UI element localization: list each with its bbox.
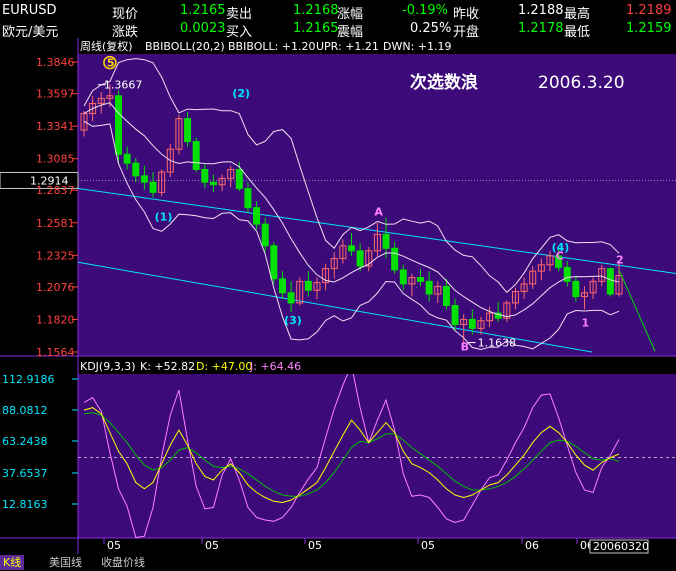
quote-value-open: 1.2178 [518,21,564,36]
indicator-title: 周线(复权) [80,39,133,53]
price-tick-label: 1.1820 [36,313,75,326]
wave-label: A [374,205,383,218]
price-tick-label: 1.2837 [36,184,75,197]
candle-body [417,277,425,282]
candle-body [140,175,148,183]
candle-body [184,118,192,143]
candle-body [253,207,261,225]
quote-label-change-pct: 涨幅 [337,7,364,22]
candle-body [244,188,252,209]
price-tick-label: 1.2581 [36,217,75,230]
candle-body [399,269,407,285]
candle-body [235,169,243,190]
candle-body [304,280,312,291]
price-tick-label: 1.1564 [36,346,75,359]
candle-body [201,169,209,183]
quote-header: EURUSD 欧元/美元 现价 1.2165 卖出 1.2168 涨幅 -0.1… [0,0,676,40]
price-tick-label: 1.2325 [36,249,75,262]
candle-body [572,280,580,298]
upr-value: UPR: +1.21 [316,40,379,53]
bbiboll-value: BBIBOLL: +1.20 [228,40,316,53]
tab-ohlc-bar[interactable]: 美国线 [46,555,85,570]
price-tick-label: 1.3597 [36,88,75,101]
candle-body [356,250,364,267]
annotation-date: 2006.3.20 [538,73,625,93]
price-tick-label: 1.2076 [36,281,75,294]
price-tick-label: 1.3341 [36,120,75,133]
wave-label: (3) [284,314,302,327]
low-price-label: 1.1638 [478,337,517,350]
quote-label-high: 最高 [564,7,591,22]
candle-body [149,181,157,193]
candle-body [563,266,571,282]
wave-label: 1 [581,316,589,329]
quote-value-high: 1.2189 [626,3,672,18]
kdj-tick-label: 112.9186 [2,373,55,386]
quote-value-sell: 1.2168 [293,3,339,18]
candle-body [425,280,433,295]
candle-body [278,278,286,294]
kdj-d-value: D: +47.00 [196,360,252,373]
quote-label-prev-close: 昨收 [453,7,480,22]
time-tick-label: 05 [205,539,219,552]
tab-candlestick[interactable]: K线 [0,555,25,570]
high-price-label: 1.3667 [104,79,143,92]
wave-label: 2 [616,254,624,267]
kdj-j-value: J: +64.46 [249,360,301,373]
candle-body [391,247,399,271]
candle-body [468,318,476,329]
kdj-tick-label: 37.6537 [2,467,48,480]
candle-body [382,233,390,249]
time-tick-label: 06 [525,539,539,552]
indicator-name: BBIBOLL(20,2) [145,40,225,53]
trading-window: EURUSD 欧元/美元 现价 1.2165 卖出 1.2168 涨幅 -0.1… [0,0,676,571]
candle-body [115,95,123,155]
annotation-title: 次选数浪 [410,72,478,93]
quote-value-last: 1.2165 [180,3,226,18]
chart-area[interactable]: 1.38461.35971.33411.30851.29141.28371.25… [0,38,676,554]
dwn-value: DWN: +1.19 [383,40,452,53]
candle-body [261,223,269,247]
time-tick-label: 05 [107,539,121,552]
quote-value-amplitude: 0.25% [410,21,452,36]
kdj-k-value: K: +52.82 [140,360,195,373]
quote-value-prev-close: 1.2188 [518,3,564,18]
kdj-tick-label: 63.2438 [2,435,48,448]
candle-body [451,304,459,326]
wave-label: 5 [107,57,115,70]
quote-label-sell: 卖出 [226,7,253,22]
wave-label: (1) [155,210,173,223]
kdj-indicator-name: KDJ(9,3,3) [80,360,136,373]
candle-body [209,181,217,186]
time-tick-label: 05 [421,539,435,552]
candle-body [287,292,295,304]
candle-body [192,141,200,171]
wave-label: (2) [232,87,250,100]
quote-value-buy: 1.2165 [293,21,339,36]
wave-label: C [556,250,564,263]
time-tick-label: 05 [308,539,322,552]
quote-label-last: 现价 [112,7,139,22]
symbol-code: EURUSD [2,3,57,18]
quote-value-change-pct: -0.19% [402,3,448,18]
date-cursor-label: 20060320 [593,540,649,553]
kdj-panel [78,374,676,538]
candle-body [348,245,355,252]
kdj-tick-label: 12.8163 [2,498,48,511]
candle-body [606,268,614,295]
quote-value-change: 0.0023 [180,21,226,36]
kdj-tick-label: 88.0812 [2,404,48,417]
chart-tab-bar: K线 美国线 收盘价线 [0,554,676,571]
candle-body [270,245,278,280]
tab-close-line[interactable]: 收盘价线 [98,555,148,570]
price-tick-label: 1.3846 [36,56,75,69]
candle-body [132,162,140,177]
candle-body [442,285,450,306]
quote-value-low: 1.2159 [626,21,672,36]
price-tick-label: 1.3085 [36,153,75,166]
candle-body [123,153,131,164]
